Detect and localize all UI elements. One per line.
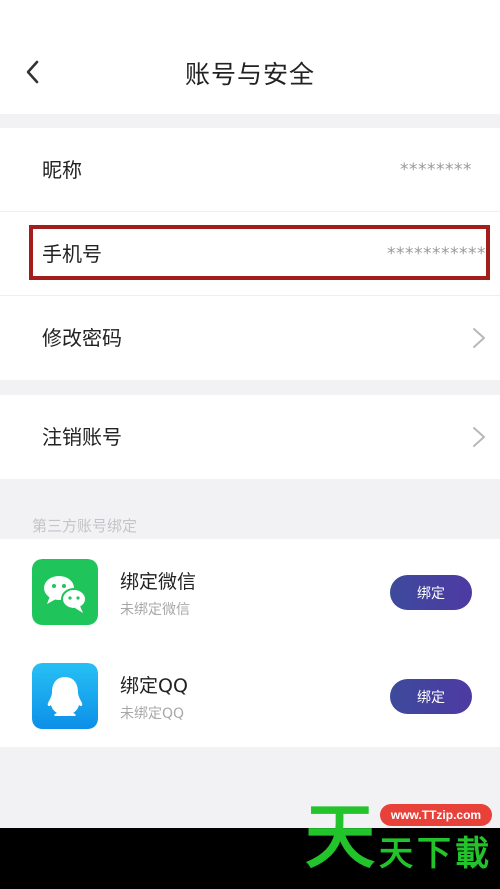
cancel-account-row[interactable]: 注销账号 bbox=[0, 395, 500, 479]
bind-wechat-title: 绑定微信 bbox=[120, 571, 197, 593]
watermark-char: 載 bbox=[455, 834, 489, 874]
phone-row-highlight bbox=[29, 225, 490, 280]
bind-wechat-status: 未绑定微信 bbox=[120, 602, 190, 618]
bind-qq-row: 绑定QQ 未绑定QQ 绑定 bbox=[0, 643, 500, 747]
bind-qq-status: 未绑定QQ bbox=[120, 706, 185, 722]
bind-qq-button[interactable]: 绑定 bbox=[390, 679, 472, 714]
watermark-char: 下 bbox=[417, 834, 451, 874]
nickname-value: ******** bbox=[400, 160, 472, 180]
page-title: 账号与安全 bbox=[184, 60, 315, 89]
qq-icon bbox=[32, 663, 98, 729]
watermark-char: 天 bbox=[379, 834, 413, 874]
bind-wechat-button[interactable]: 绑定 bbox=[390, 575, 472, 610]
top-bar: 账号与安全 bbox=[0, 0, 500, 114]
chevron-right-icon bbox=[473, 328, 485, 348]
wechat-icon bbox=[32, 559, 98, 625]
change-password-label: 修改密码 bbox=[42, 326, 122, 350]
nickname-row[interactable]: 昵称 ******** bbox=[0, 128, 500, 212]
watermark-url: www.TTzip.com bbox=[380, 804, 492, 826]
change-password-row[interactable]: 修改密码 bbox=[0, 296, 500, 380]
cancel-account-card: 注销账号 bbox=[0, 395, 500, 479]
cancel-account-label: 注销账号 bbox=[42, 425, 122, 449]
third-party-card: 绑定微信 未绑定微信 绑定 绑定QQ 未绑定QQ 绑定 bbox=[0, 539, 500, 747]
section-title-third-party: 第三方账号绑定 bbox=[32, 517, 138, 535]
bind-wechat-row: 绑定微信 未绑定微信 绑定 bbox=[0, 539, 500, 643]
nickname-label: 昵称 bbox=[42, 158, 82, 182]
chevron-right-icon bbox=[473, 427, 485, 447]
watermark-logo: 天 www.TTzip.com 天 下 載 bbox=[305, 790, 495, 885]
watermark-char: 天 bbox=[305, 796, 375, 878]
bind-qq-title: 绑定QQ bbox=[120, 675, 188, 697]
